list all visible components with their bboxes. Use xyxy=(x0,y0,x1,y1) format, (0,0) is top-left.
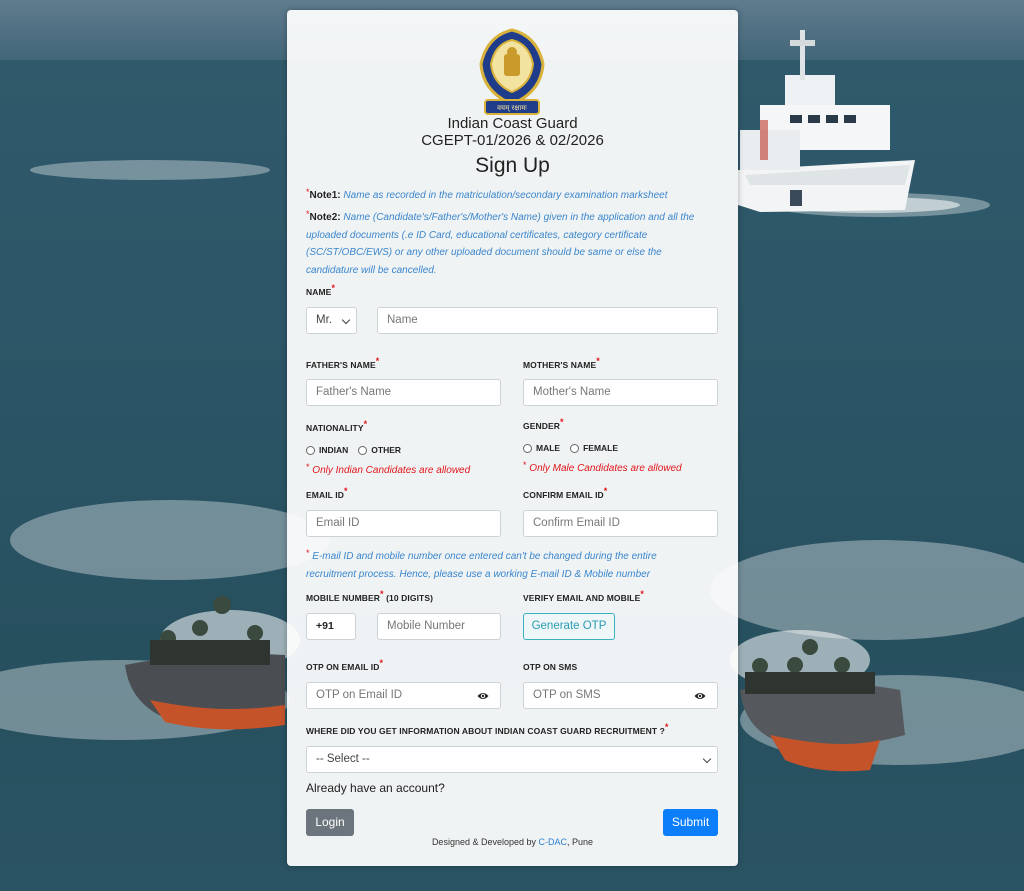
otp-email-input[interactable]: OTP on Email ID xyxy=(306,682,501,709)
confirm-email-input[interactable]: Confirm Email ID xyxy=(523,510,718,537)
otp-sms-label: OTP ON SMS xyxy=(523,662,578,672)
title-select[interactable]: Mr. xyxy=(306,307,357,334)
gender-female-radio[interactable] xyxy=(570,443,580,453)
verify-label: VERIFY EMAIL AND MOBILE* xyxy=(523,589,644,603)
login-button[interactable]: Login xyxy=(306,809,354,836)
note2: *Note2: Name (Candidate's/Father's/Mothe… xyxy=(306,209,695,276)
submit-button[interactable]: Submit xyxy=(663,809,718,836)
footer-credit: Designed & Developed by C-DAC, Pune xyxy=(431,837,594,847)
email-input[interactable]: Email ID xyxy=(306,510,501,537)
coast-guard-emblem-icon: वयम् रक्षामः xyxy=(479,28,545,115)
father-name-input[interactable]: Father's Name xyxy=(306,379,501,406)
chevron-down-icon xyxy=(341,315,351,325)
nationality-indian-radio[interactable] xyxy=(306,445,315,455)
otp-email-label: OTP ON EMAIL ID* xyxy=(306,658,384,672)
email-label: EMAIL ID* xyxy=(306,486,348,500)
country-code-field: +91 xyxy=(306,613,356,640)
confirm-email-label: CONFIRM EMAIL ID* xyxy=(523,486,608,500)
mobile-label: MOBILE NUMBER* (10 DIGITS) xyxy=(306,589,434,603)
nationality-warning: * Only Indian Candidates are allowed xyxy=(306,462,471,476)
nationality-radio-group: INDIAN OTHER xyxy=(306,445,411,455)
gender-warning: * Only Male Candidates are allowed xyxy=(523,460,682,474)
svg-text:वयम् रक्षामः: वयम् रक्षामः xyxy=(497,104,527,112)
gender-label: GENDER* xyxy=(523,417,564,431)
name-label: NAME* xyxy=(306,283,336,297)
account-prompt: Already have an account? xyxy=(306,781,445,795)
page-title: Sign Up xyxy=(475,154,550,177)
source-select[interactable]: -- Select -- xyxy=(306,746,718,773)
generate-otp-button[interactable]: Generate OTP xyxy=(523,613,615,640)
mother-name-label: MOTHER'S NAME* xyxy=(523,356,600,370)
chevron-down-icon xyxy=(702,754,712,764)
org-name: Indian Coast Guard xyxy=(447,115,578,132)
note1-label: Note1: xyxy=(309,190,341,201)
mobile-input[interactable]: Mobile Number xyxy=(377,613,501,640)
nationality-other-radio[interactable] xyxy=(358,445,368,455)
gender-radio-group: MALE FEMALE xyxy=(523,443,628,453)
source-label: WHERE DID YOU GET INFORMATION ABOUT INDI… xyxy=(306,722,669,736)
gender-male-radio[interactable] xyxy=(523,443,532,453)
otp-sms-input[interactable]: OTP on SMS xyxy=(523,682,718,709)
note2-label: Note2: xyxy=(309,212,341,223)
note1-text: Name as recorded in the matriculation/se… xyxy=(343,190,668,201)
nationality-label: NATIONALITY* xyxy=(306,419,368,433)
name-input[interactable]: Name xyxy=(377,307,718,334)
eye-icon[interactable] xyxy=(477,691,489,701)
mother-name-input[interactable]: Mother's Name xyxy=(523,379,718,406)
eye-icon[interactable] xyxy=(694,691,706,701)
exam-code: CGEPT-01/2026 & 02/2026 xyxy=(421,132,604,149)
father-name-label: FATHER'S NAME* xyxy=(306,356,380,370)
cdac-link[interactable]: C-DAC xyxy=(539,837,568,847)
email-mobile-info: * E-mail ID and mobile number once enter… xyxy=(306,548,657,580)
signup-card: वयम् रक्षामः Indian Coast Guard CGEPT-01… xyxy=(287,10,738,866)
note1: *Note1: Name as recorded in the matricul… xyxy=(306,187,668,201)
